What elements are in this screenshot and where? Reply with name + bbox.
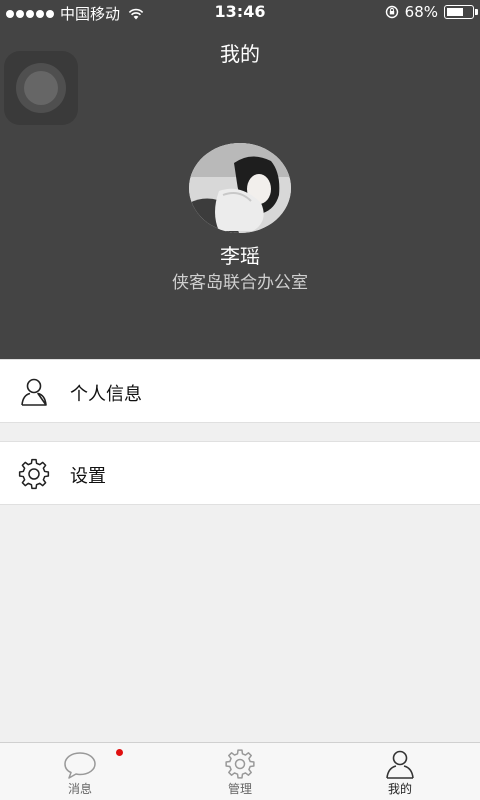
chat-bubble-icon <box>64 752 96 779</box>
battery-fill <box>447 8 463 16</box>
tab-mine[interactable]: 我的 <box>320 743 480 800</box>
avatar[interactable] <box>189 143 291 233</box>
user-icon <box>386 750 414 779</box>
battery-icon <box>444 5 478 19</box>
tab-label: 我的 <box>387 782 412 796</box>
menu-item-personal-info[interactable]: 个人信息 <box>0 359 480 423</box>
avatar-photo <box>189 143 291 233</box>
assistive-touch-button[interactable] <box>4 51 78 125</box>
profile-organization: 侠客岛联合办公室 <box>172 273 308 293</box>
status-right: 68% <box>385 3 478 21</box>
tab-messages[interactable]: 消息 <box>0 743 160 800</box>
profile-name: 李瑶 <box>220 244 260 268</box>
tab-label: 消息 <box>67 782 92 796</box>
gear-icon <box>18 458 50 490</box>
user-icon <box>21 378 47 406</box>
profile-header: 中国移动 13:46 68% 我的 李瑶 侠客岛联合办公室 <box>0 0 480 359</box>
menu-item-label: 设置 <box>70 466 106 487</box>
orientation-lock-icon <box>385 5 398 19</box>
tab-label: 管理 <box>227 782 252 796</box>
gear-icon <box>225 749 255 779</box>
tab-bar: 消息 管理 我的 <box>0 742 480 800</box>
menu-item-label: 个人信息 <box>70 384 142 405</box>
status-bar: 中国移动 13:46 68% <box>0 0 480 24</box>
profile-screen: 中国移动 13:46 68% 我的 李瑶 侠客岛联合办公室 个人信息 设置 消息… <box>0 0 480 800</box>
battery-percent: 68% <box>404 3 438 21</box>
menu-item-settings[interactable]: 设置 <box>0 441 480 505</box>
tab-manage[interactable]: 管理 <box>160 743 320 800</box>
unread-badge <box>116 749 123 756</box>
assistive-touch-core <box>24 71 58 105</box>
